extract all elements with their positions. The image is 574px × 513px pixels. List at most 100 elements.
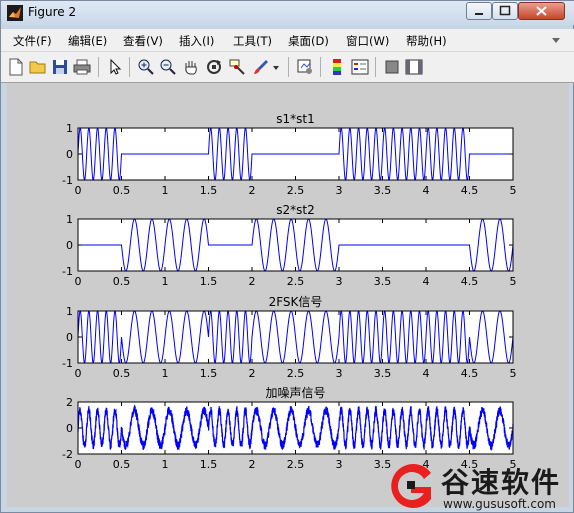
toolbar-separator <box>98 57 99 77</box>
x-tick-label: 0 <box>75 275 82 288</box>
x-tick-label: 3 <box>336 367 343 380</box>
figure-canvas: s1*st1 0 0.5 1 1.5 2 2.5 3 3.5 4 4.5 5 -1 0 1 s2*st2 0 0.… <box>7 83 569 507</box>
insert-legend-icon[interactable] <box>351 58 369 76</box>
x-tick-label: 0.5 <box>113 275 131 288</box>
x-tick-label: 4.5 <box>461 367 479 380</box>
x-tick-label: 4 <box>423 275 430 288</box>
watermark-logo-icon <box>391 464 431 508</box>
x-tick-label: 3 <box>336 184 343 197</box>
x-tick-label: 4 <box>423 367 430 380</box>
print-icon[interactable] <box>73 58 91 76</box>
save-icon[interactable] <box>51 58 69 76</box>
x-tick-label: 1.5 <box>200 184 218 197</box>
watermark: 谷速软件 www.gususoft.com <box>381 459 571 511</box>
x-tick-label: 2 <box>249 458 256 471</box>
y-tick-label: -1 <box>62 265 73 278</box>
x-tick-label: 4 <box>423 184 430 197</box>
subplot-3[interactable]: 2FSK信号0 0.5 1 1.5 2 2.5 3 3.5 4 4.5 5-101 <box>62 295 516 380</box>
link-plot-icon[interactable] <box>296 58 314 76</box>
x-tick-label: 2.5 <box>287 367 305 380</box>
watermark-url: www.gususoft.com <box>443 497 556 511</box>
brush-icon[interactable] <box>252 58 270 76</box>
menu-insert[interactable]: 插入(I) <box>179 33 214 49</box>
menu-file[interactable]: 文件(F) <box>13 33 52 49</box>
minimize-button[interactable] <box>466 2 492 20</box>
x-tick-label: 4.5 <box>461 275 479 288</box>
x-tick-label: 0 <box>75 184 82 197</box>
edit-plot-arrow-icon[interactable] <box>106 58 124 76</box>
x-tick-label: 2.5 <box>287 184 305 197</box>
zoom-out-icon[interactable] <box>159 58 177 76</box>
menu-window[interactable]: 窗口(W) <box>346 33 389 49</box>
x-tick-label: 2 <box>249 367 256 380</box>
toolbar <box>1 52 574 83</box>
matlab-app-icon <box>7 5 23 21</box>
subplot-2[interactable]: s2*st20 0.5 1 1.5 2 2.5 3 3.5 4 4.5 5-101 <box>62 203 516 288</box>
title-bar[interactable]: Figure 2 <box>1 1 574 25</box>
x-tick-label: 2 <box>249 184 256 197</box>
minimize-icon <box>475 13 483 15</box>
menu-help[interactable]: 帮助(H) <box>406 33 447 49</box>
subplot-title: s2*st2 <box>276 203 314 217</box>
menu-bar: 文件(F) 编辑(E) 查看(V) 插入(I) 工具(T) 桌面(D) 窗口(W… <box>1 29 574 52</box>
watermark-brand: 谷速软件 <box>441 466 562 499</box>
maximize-icon <box>499 5 511 16</box>
x-tick-label: 0 <box>75 367 82 380</box>
x-tick-label: 1 <box>162 184 169 197</box>
subplot-title: s1*st1 <box>276 112 314 126</box>
x-tick-label: 3 <box>336 458 343 471</box>
window-title: Figure 2 <box>28 5 77 19</box>
open-folder-icon[interactable] <box>29 58 47 76</box>
menu-tools[interactable]: 工具(T) <box>233 33 272 49</box>
subplot-title: 加噪声信号 <box>265 386 325 400</box>
insert-colorbar-icon[interactable] <box>328 58 346 76</box>
y-tick-label: 0 <box>66 148 73 161</box>
x-tick-label: 5 <box>510 184 517 197</box>
plot-area: s1*st10 0.5 1 1.5 2 2.5 3 3.5 4 4.5 5-101s2*st20 0.… <box>62 112 516 471</box>
data-cursor-icon[interactable] <box>228 58 246 76</box>
rotate-3d-icon[interactable] <box>205 58 223 76</box>
x-tick-label: 3.5 <box>374 275 392 288</box>
menu-arrow-icon[interactable] <box>551 35 561 45</box>
menu-view[interactable]: 查看(V) <box>123 33 163 49</box>
x-tick-label: 1.5 <box>200 367 218 380</box>
subplot-1[interactable]: s1*st10 0.5 1 1.5 2 2.5 3 3.5 4 4.5 5-101 <box>62 112 516 197</box>
x-tick-label: 1.5 <box>200 458 218 471</box>
y-tick-label: 1 <box>66 122 73 135</box>
toolbar-separator <box>129 57 130 77</box>
toolbar-separator <box>320 57 321 77</box>
toolbar-separator <box>288 57 289 77</box>
close-button[interactable] <box>518 2 565 20</box>
x-tick-label: 0.5 <box>113 184 131 197</box>
x-tick-label: 0.5 <box>113 458 131 471</box>
close-icon <box>536 6 547 16</box>
zoom-in-icon[interactable] <box>137 58 155 76</box>
x-tick-label: 0 <box>75 458 82 471</box>
x-tick-label: 1 <box>162 458 169 471</box>
x-tick-label: 3.5 <box>374 184 392 197</box>
subplot-title: 2FSK信号 <box>269 295 323 309</box>
x-tick-label: 3.5 <box>374 367 392 380</box>
x-tick-label: 2.5 <box>287 275 305 288</box>
show-plot-tools-icon[interactable] <box>405 58 423 76</box>
y-tick-label: -1 <box>62 357 73 370</box>
y-tick-label: 1 <box>66 213 73 226</box>
x-tick-label: 3 <box>336 275 343 288</box>
brush-dropdown-icon[interactable] <box>271 58 281 76</box>
x-tick-label: 2.5 <box>287 458 305 471</box>
y-tick-label: 0 <box>66 422 73 435</box>
y-tick-label: 0 <box>66 239 73 252</box>
menu-desktop[interactable]: 桌面(D) <box>288 33 329 49</box>
maximize-button[interactable] <box>492 2 518 20</box>
hide-plot-tools-icon[interactable] <box>383 58 401 76</box>
x-tick-label: 1 <box>162 275 169 288</box>
toolbar-separator <box>375 57 376 77</box>
new-figure-icon[interactable] <box>7 58 25 76</box>
x-tick-label: 2 <box>249 275 256 288</box>
x-tick-label: 4.5 <box>461 184 479 197</box>
pan-hand-icon[interactable] <box>182 58 200 76</box>
x-tick-label: 5 <box>510 367 517 380</box>
menu-edit[interactable]: 编辑(E) <box>68 33 107 49</box>
y-tick-label: 1 <box>66 305 73 318</box>
x-tick-label: 1 <box>162 367 169 380</box>
